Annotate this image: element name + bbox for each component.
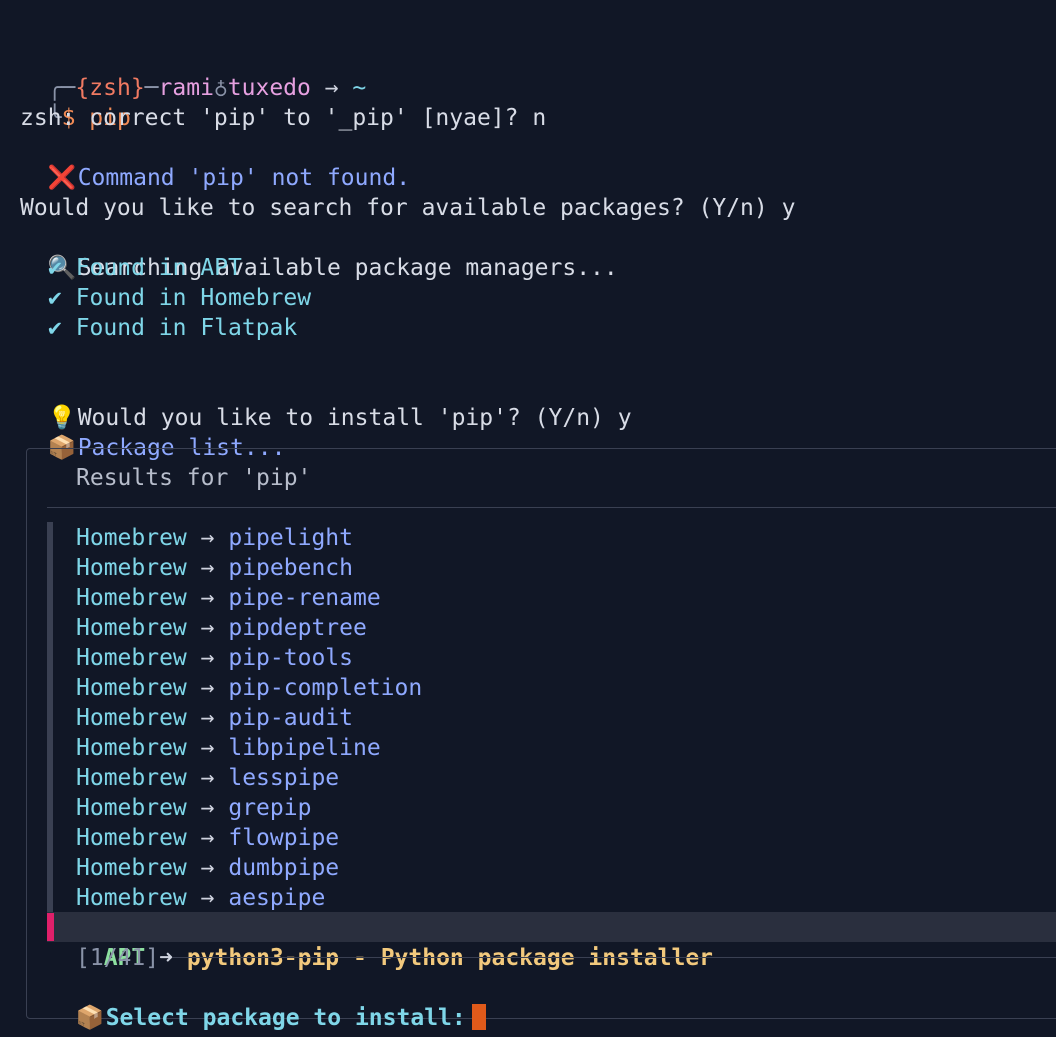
item-source: Homebrew <box>76 855 187 881</box>
arrow-icon: → <box>200 765 215 791</box>
prompt-host: tuxedo <box>227 75 311 101</box>
item-source: Homebrew <box>76 795 187 821</box>
list-item[interactable]: Homebrew → pipdeptree <box>76 613 367 643</box>
list-item[interactable]: Homebrew → lesspipe <box>76 763 339 793</box>
item-source: Homebrew <box>76 675 187 701</box>
item-source: Homebrew <box>76 585 187 611</box>
arrow-icon: → <box>200 885 215 911</box>
item-source: Homebrew <box>76 615 187 641</box>
not-found-text: Command 'pip' not found. <box>77 165 411 191</box>
selected-package: python3-pip - Python package installer <box>186 945 714 971</box>
arrow-icon: → <box>200 795 215 821</box>
search-question: Would you like to search for available p… <box>20 195 796 221</box>
select-prompt[interactable]: 📦Select package to install: <box>48 973 486 1031</box>
arrow-icon: → <box>200 525 215 551</box>
item-package: grepip <box>228 795 312 821</box>
arrow-icon: → <box>200 705 215 731</box>
item-package: pipebench <box>228 555 353 581</box>
item-package: aespipe <box>228 885 326 911</box>
arrow-icon: → <box>200 615 215 641</box>
item-package: pip-completion <box>228 675 423 701</box>
arrow-icon: → <box>200 855 215 881</box>
prompt-at-icon: ♁ <box>213 75 228 101</box>
item-package: pipdeptree <box>228 615 367 641</box>
arrow-icon: → <box>200 555 215 581</box>
arrow-icon: → <box>200 675 215 701</box>
prompt-line: ╭─{zsh}─rami♁tuxedo → ~ <box>20 43 367 101</box>
item-source: Homebrew <box>76 645 187 671</box>
not-found-line: ❌Command 'pip' not found. <box>20 133 410 191</box>
item-package: pipelight <box>228 525 353 551</box>
item-package: pip-tools <box>228 645 353 671</box>
list-item[interactable]: Homebrew → dumbpipe <box>76 853 339 883</box>
item-source: Homebrew <box>76 735 187 761</box>
list-item[interactable]: Homebrew → pip-tools <box>76 643 353 673</box>
list-item[interactable]: Homebrew → aespipe <box>76 883 325 913</box>
prompt-arrow: → <box>310 75 353 101</box>
list-item[interactable]: Homebrew → pipelight <box>76 523 353 553</box>
item-source: Homebrew <box>76 765 187 791</box>
prompt-brace-close: } <box>130 75 145 101</box>
item-source: Homebrew <box>76 825 187 851</box>
picker-title: Results for 'pip' <box>76 465 312 491</box>
picker-divider <box>47 507 1056 508</box>
command-line: ╰$ pip <box>20 73 131 131</box>
counter-divider <box>172 957 1056 958</box>
arrow-icon: → <box>200 645 215 671</box>
text-cursor[interactable] <box>471 1004 486 1030</box>
list-item[interactable]: Homebrew → pipe-rename <box>76 583 381 613</box>
selected-arrow-icon: ➜ <box>159 945 173 971</box>
item-source: Homebrew <box>76 525 187 551</box>
list-item[interactable]: Homebrew → libpipeline <box>76 733 381 763</box>
list-item[interactable]: Homebrew → grepip <box>76 793 311 823</box>
found-line-homebrew: ✔ Found in Homebrew <box>48 285 312 311</box>
prompt-dash: ─ <box>144 75 159 101</box>
list-item[interactable]: Homebrew → pip-completion <box>76 673 422 703</box>
list-item[interactable]: Homebrew → flowpipe <box>76 823 339 853</box>
item-package: flowpipe <box>228 825 340 851</box>
item-package: pipe-rename <box>228 585 381 611</box>
item-source: Homebrew <box>76 705 187 731</box>
picker-scrollbar[interactable] <box>47 522 53 912</box>
item-package: lesspipe <box>228 765 340 791</box>
cross-icon: ❌ <box>47 165 77 191</box>
selected-row-content[interactable]: APT ➜ python3-pip - Python package insta… <box>76 913 713 971</box>
list-item[interactable]: Homebrew → pip-audit <box>76 703 353 733</box>
item-package: libpipeline <box>228 735 381 761</box>
package-list-line: 📦Package list... <box>20 403 286 461</box>
prompt-user: rami <box>158 75 214 101</box>
result-counter: [1/41] <box>76 945 160 971</box>
item-package: dumbpipe <box>228 855 340 881</box>
prompt-cwd: ~ <box>352 75 367 101</box>
found-line-flatpak: ✔ Found in Flatpak <box>48 315 298 341</box>
package-icon: 📦 <box>75 1005 105 1031</box>
selection-indicator <box>47 913 54 941</box>
item-source: Homebrew <box>76 555 187 581</box>
searching-line: 🔍Searching available package managers... <box>20 223 618 281</box>
arrow-icon: → <box>200 585 215 611</box>
arrow-icon: → <box>200 735 215 761</box>
correct-line: zsh: correct 'pip' to '_pip' [nyae]? n <box>20 105 547 131</box>
item-package: pip-audit <box>228 705 353 731</box>
list-item[interactable]: Homebrew → pipebench <box>76 553 353 583</box>
found-line-apt: ✔ Found in APT <box>48 255 242 281</box>
select-prompt-text: Select package to install: <box>105 1005 466 1031</box>
item-source: Homebrew <box>76 885 187 911</box>
install-question-line: 💡Would you like to install 'pip'? (Y/n) … <box>20 373 632 431</box>
arrow-icon: → <box>200 825 215 851</box>
